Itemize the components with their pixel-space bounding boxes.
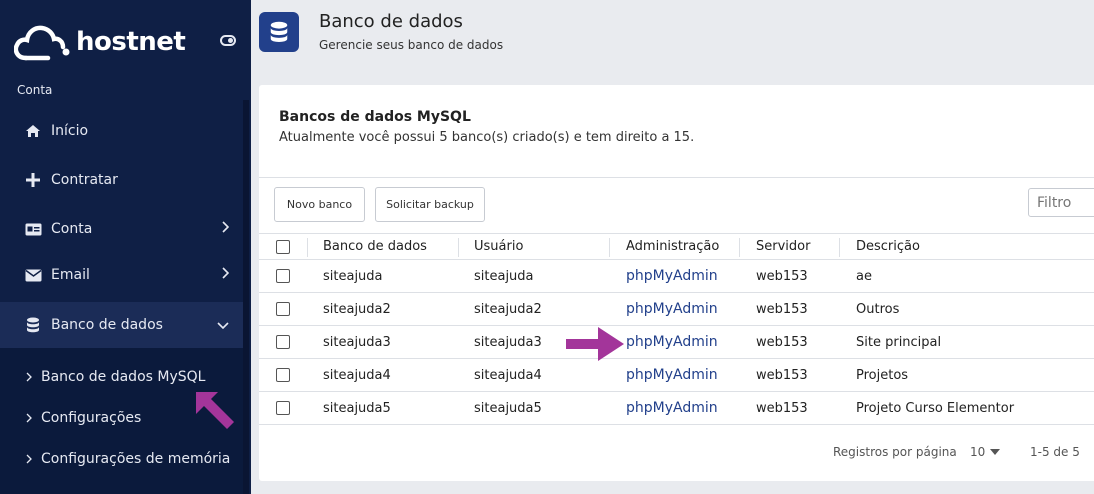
column-header-db[interactable]: Banco de dados [307,234,427,259]
card-title: Bancos de dados MySQL [279,109,471,125]
table-row: siteajuda4 siteajuda4 phpMyAdmin web153 … [259,359,1094,392]
sidebar-item-label: Banco de dados [51,317,163,333]
phpmyadmin-link[interactable]: phpMyAdmin [626,260,718,292]
sidebar-scrollbar[interactable] [243,100,249,494]
pagination-range: 1-5 de 5 [1030,445,1080,459]
databases-table: Banco de dados Usuário Administração Ser… [259,233,1094,425]
sidebar-item-label: Conta [51,221,93,237]
row-checkbox[interactable] [276,359,290,391]
brand-logo[interactable]: hostnet [14,20,246,64]
table-row: siteajuda2 siteajuda2 phpMyAdmin web153 … [259,293,1094,326]
phpmyadmin-link[interactable]: phpMyAdmin [626,392,718,424]
request-backup-button[interactable]: Solicitar backup [375,187,485,222]
database-icon [24,317,42,333]
home-icon [24,124,42,138]
phpmyadmin-link[interactable]: phpMyAdmin [626,359,718,391]
chevron-right-icon [26,413,32,423]
new-database-button[interactable]: Novo banco [274,187,365,222]
annotation-arrow-icon [196,392,234,429]
sidebar-item-conta[interactable]: Conta [0,206,243,252]
sidebar-item-inicio[interactable]: Início [0,108,243,154]
phpmyadmin-link[interactable]: phpMyAdmin [626,293,718,325]
card-description: Atualmente você possui 5 banco(s) criado… [279,130,695,145]
cell-user: siteajuda2 [474,301,542,317]
column-header-user[interactable]: Usuário [458,234,523,259]
column-header-admin[interactable]: Administração [609,234,719,259]
caret-down-icon [990,449,1001,455]
cell-description: Site principal [856,334,942,350]
sidebar-subitem-label: Configurações [41,410,142,426]
sidebar-subitem-configuracoes-memoria[interactable]: Configurações de memória [0,442,243,476]
page-title: Banco de dados [319,11,463,32]
sidebar-subitem-label: Configurações de memória [41,451,231,467]
pagination-label: Registros por página [833,445,957,459]
chevron-right-icon [221,221,230,237]
cell-db: siteajuda2 [323,301,391,317]
brand-name: hostnet [76,27,186,57]
plus-icon [24,173,42,187]
cell-description: Outros [856,301,900,317]
row-checkbox[interactable] [276,326,290,358]
sidebar-item-label: Início [51,123,89,139]
column-header-server[interactable]: Servidor [739,234,810,259]
per-page-select[interactable]: 10 [970,445,1001,459]
divider [259,177,1094,178]
cloud-icon [14,25,70,61]
cell-user: siteajuda5 [474,400,542,416]
cell-server: web153 [756,301,808,317]
cell-server: web153 [756,334,808,350]
chevron-right-icon [221,267,230,283]
page-subtitle: Gerencie seus banco de dados [319,38,504,52]
phpmyadmin-link[interactable]: phpMyAdmin [626,326,718,358]
table-header: Banco de dados Usuário Administração Ser… [259,233,1094,260]
table-row: siteajuda3 siteajuda3 phpMyAdmin web153 … [259,326,1094,359]
cell-db: siteajuda3 [323,334,391,350]
table-row: siteajuda siteajuda phpMyAdmin web153 ae [259,260,1094,293]
filter-input[interactable] [1028,188,1094,217]
cell-description: Projeto Curso Elementor [856,400,1015,416]
cell-server: web153 [756,268,808,284]
table-row: siteajuda5 siteajuda5 phpMyAdmin web153 … [259,392,1094,425]
cell-db: siteajuda [323,268,383,284]
sidebar-item-contratar[interactable]: Contratar [0,157,243,203]
chevron-right-icon [26,454,32,464]
sidebar-item-label: Email [51,267,90,283]
mysql-card: Bancos de dados MySQL Atualmente você po… [259,85,1094,481]
chevron-down-icon [217,317,229,333]
cell-user: siteajuda3 [474,334,542,350]
cell-user: siteajuda4 [474,367,542,383]
row-checkbox[interactable] [276,293,290,325]
column-header-description[interactable]: Descrição [839,234,920,259]
database-icon [259,12,299,52]
chevron-right-icon [26,372,32,382]
sidebar-subitem-label: Banco de dados MySQL [41,369,206,385]
id-card-icon [24,223,42,236]
row-checkbox[interactable] [276,392,290,424]
sidebar-item-email[interactable]: Email [0,252,243,298]
select-all-checkbox[interactable] [276,234,290,259]
sidebar-item-label: Contratar [51,172,118,188]
annotation-arrow-icon [566,327,624,361]
toggle-icon[interactable] [220,35,236,46]
cell-server: web153 [756,400,808,416]
cell-db: siteajuda4 [323,367,391,383]
cell-user: siteajuda [474,268,534,284]
cell-db: siteajuda5 [323,400,391,416]
per-page-value: 10 [970,445,986,459]
sidebar-item-banco-de-dados[interactable]: Banco de dados [0,302,243,348]
cell-description: ae [856,268,872,284]
sidebar-section-label: Conta [17,83,53,97]
row-checkbox[interactable] [276,260,290,292]
envelope-icon [24,269,42,282]
cell-description: Projetos [856,367,909,383]
cell-server: web153 [756,367,808,383]
